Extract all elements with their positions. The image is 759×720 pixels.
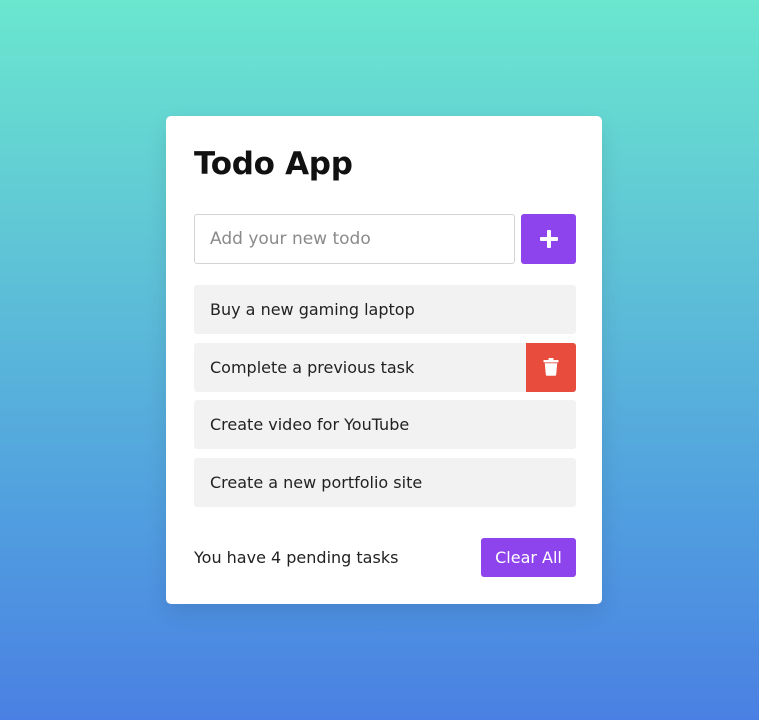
todo-list: Buy a new gaming laptop Complete a previ… (194, 285, 576, 515)
todo-item-label: Buy a new gaming laptop (210, 300, 415, 319)
footer: You have 4 pending tasks Clear All (194, 538, 576, 577)
pending-count-text: You have 4 pending tasks (194, 548, 399, 567)
todo-item[interactable]: Create a new portfolio site (194, 457, 576, 507)
trash-icon (543, 358, 559, 376)
todo-item-label: Create video for YouTube (210, 415, 410, 434)
delete-todo-button[interactable] (526, 342, 576, 392)
todo-item[interactable]: Create video for YouTube (194, 400, 576, 449)
todo-item-label: Create a new portfolio site (210, 472, 423, 492)
clear-all-button[interactable]: Clear All (481, 538, 576, 577)
app-title: Todo App (194, 146, 353, 182)
input-row (194, 214, 576, 264)
todo-item-label: Complete a previous task (210, 357, 415, 377)
todo-card: Todo App Buy a new gaming laptop Complet… (166, 116, 602, 604)
add-todo-button[interactable] (521, 214, 576, 264)
todo-item[interactable]: Buy a new gaming laptop (194, 285, 576, 334)
todo-item[interactable]: Complete a previous task (194, 342, 576, 392)
new-todo-input[interactable] (194, 214, 515, 264)
plus-icon (539, 230, 558, 248)
